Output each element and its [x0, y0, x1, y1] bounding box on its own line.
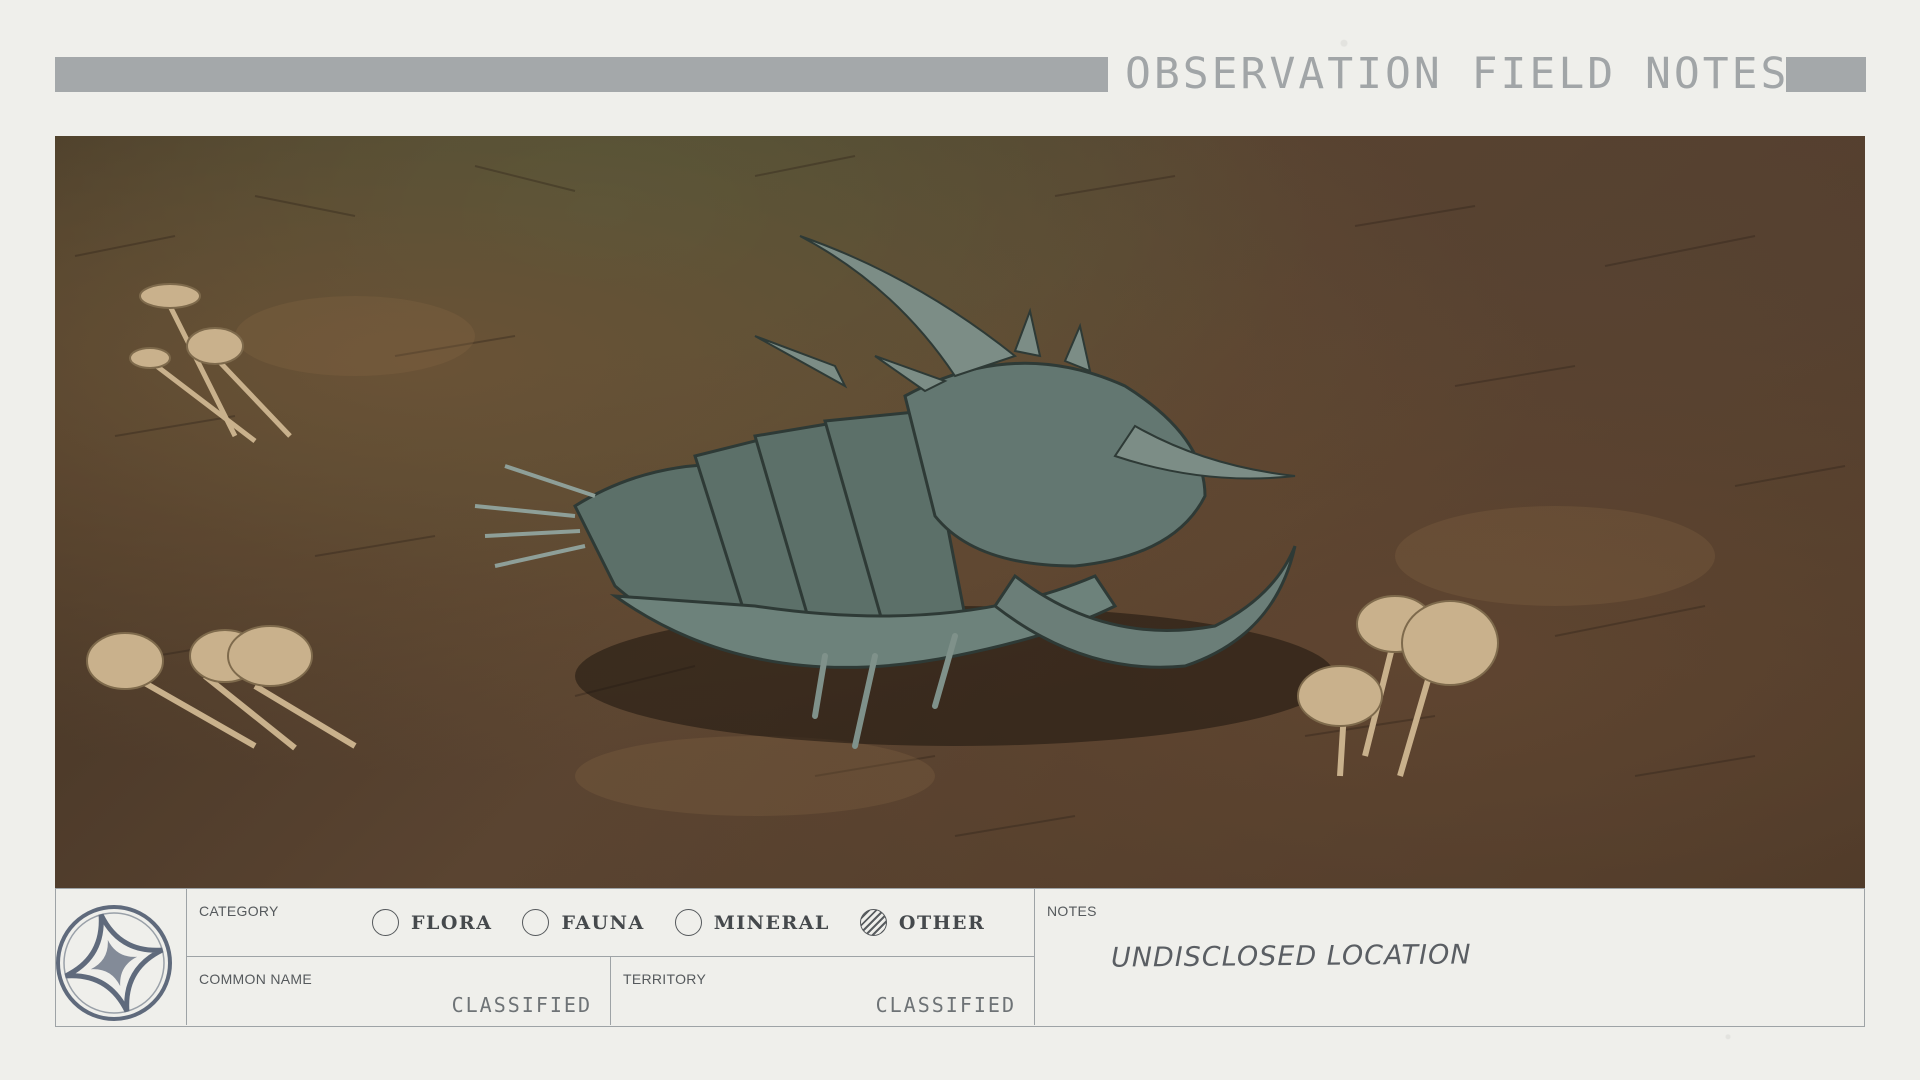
four-point-star-emblem-icon: [56, 905, 172, 1021]
common-name-label: COMMON NAME: [199, 971, 312, 987]
creature-scene-illustration: [74, 155, 1846, 837]
common-name-value: CLASSIFIED: [451, 993, 592, 1017]
territory-label: TERRITORY: [623, 971, 707, 987]
category-option-flora[interactable]: FLORA: [372, 909, 492, 936]
page-title: OBSERVATION FIELD NOTES: [1125, 49, 1790, 99]
flora-label: FLORA: [411, 911, 493, 934]
category-option-mineral[interactable]: MINERAL: [674, 909, 830, 936]
observation-photo: [55, 136, 1865, 888]
fauna-label: FAUNA: [561, 911, 645, 934]
notes-value: UNDISCLOSED LOCATION: [1110, 939, 1472, 974]
flora-radio[interactable]: [372, 909, 399, 936]
mineral-radio[interactable]: [674, 909, 702, 936]
category-option-other[interactable]: OTHER: [859, 909, 986, 936]
mineral-label: MINERAL: [713, 911, 830, 934]
category-field: CATEGORY FLORA FAUNA MINERAL OTHER: [187, 889, 1035, 957]
territory-field: TERRITORY CLASSIFIED: [611, 957, 1035, 1025]
header-bar-left: [55, 57, 1108, 92]
common-name-field: COMMON NAME CLASSIFIED: [187, 957, 611, 1025]
other-label: OTHER: [898, 911, 986, 934]
field-notes-card: OBSERVATION FIELD NOTES CATEGORY FLORA F…: [0, 0, 1920, 1080]
header-bar-right: [1786, 57, 1866, 92]
logo-cell: [56, 889, 187, 1025]
category-label: CATEGORY: [199, 903, 279, 919]
category-option-fauna[interactable]: FAUNA: [522, 909, 644, 936]
category-options: FLORA FAUNA MINERAL OTHER: [372, 909, 1015, 936]
info-panel: CATEGORY FLORA FAUNA MINERAL OTHER COMMO…: [55, 888, 1865, 1027]
fauna-radio[interactable]: [522, 909, 550, 936]
notes-field: NOTES UNDISCLOSED LOCATION: [1035, 889, 1864, 1025]
other-radio[interactable]: [859, 909, 887, 936]
territory-value: CLASSIFIED: [875, 993, 1016, 1017]
notes-label: NOTES: [1047, 903, 1097, 919]
